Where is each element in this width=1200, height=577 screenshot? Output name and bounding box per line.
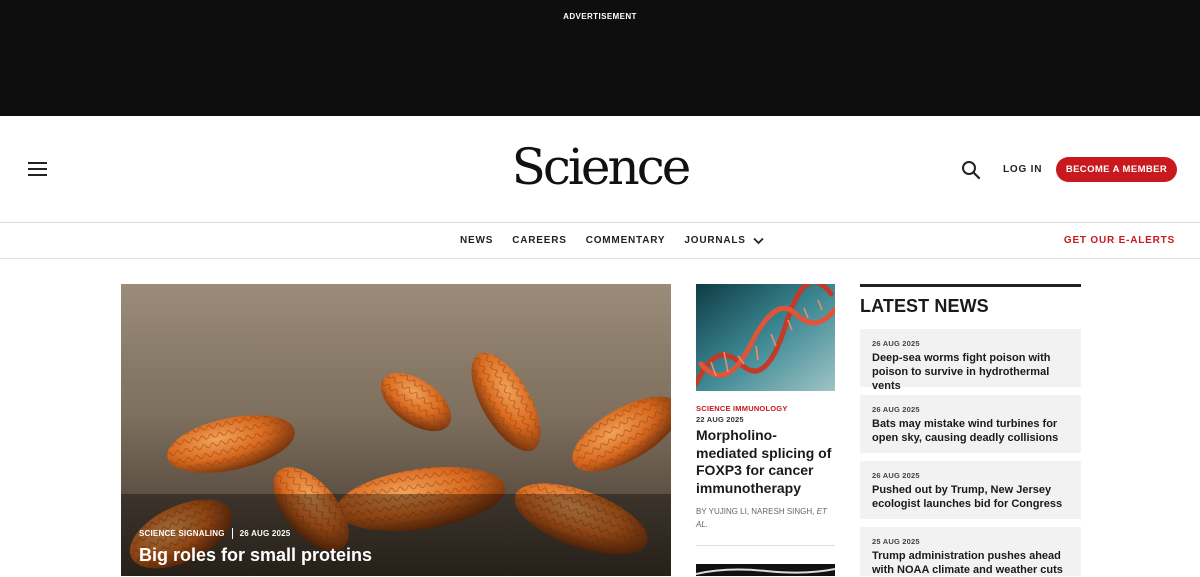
dna-image[interactable] <box>696 284 835 391</box>
advertisement-label: ADVERTISEMENT <box>563 12 637 21</box>
e-alerts-link[interactable]: GET OUR E-ALERTS <box>1064 235 1175 246</box>
nav-journals[interactable]: JOURNALS <box>684 235 764 246</box>
news-item[interactable]: 25 AUG 2025 Trump administration pushes … <box>860 527 1081 576</box>
search-icon[interactable] <box>961 160 981 180</box>
feature-date: 22 AUG 2025 <box>696 415 744 424</box>
latest-news-rule <box>860 284 1081 287</box>
hero-date: 26 AUG 2025 <box>239 529 291 538</box>
nav-journals-label: JOURNALS <box>684 235 746 246</box>
feature-title[interactable]: Morpholino-mediated splicing of FOXP3 fo… <box>696 427 835 497</box>
main-nav: NEWS CAREERS COMMENTARY JOURNALS GET OUR… <box>0 223 1200 259</box>
news-item[interactable]: 26 AUG 2025 Deep-sea worms fight poison … <box>860 329 1081 392</box>
news-title[interactable]: Deep-sea worms fight poison with poison … <box>872 351 1069 393</box>
divider <box>696 545 835 546</box>
hero-title[interactable]: Big roles for small proteins <box>139 545 372 566</box>
news-item[interactable]: 26 AUG 2025 Bats may mistake wind turbin… <box>860 395 1081 453</box>
meta-divider <box>231 528 233 539</box>
news-date: 26 AUG 2025 <box>872 339 920 348</box>
news-title[interactable]: Bats may mistake wind turbines for open … <box>872 417 1069 445</box>
site-header: Science LOG IN BECOME A MEMBER <box>0 116 1200 223</box>
news-date: 26 AUG 2025 <box>872 471 920 480</box>
nav-commentary-label: COMMENTARY <box>585 235 666 246</box>
news-date: 26 AUG 2025 <box>872 405 920 414</box>
nav-news-label: NEWS <box>460 235 494 246</box>
news-title[interactable]: Trump administration pushes ahead with N… <box>872 549 1069 577</box>
nav-careers-label: CAREERS <box>512 235 567 246</box>
next-article-image[interactable] <box>696 564 835 576</box>
nav-news[interactable]: NEWS <box>460 235 493 246</box>
login-link[interactable]: LOG IN <box>1003 164 1042 175</box>
feature-authors-names: BY YUJING LI, NARESH SINGH, <box>696 507 815 516</box>
feature-authors: BY YUJING LI, NARESH SINGH, ET AL. <box>696 505 835 531</box>
hero-article[interactable]: SCIENCE SIGNALING 26 AUG 2025 Big roles … <box>121 284 671 576</box>
news-title[interactable]: Pushed out by Trump, New Jersey ecologis… <box>872 483 1069 511</box>
news-date: 25 AUG 2025 <box>872 537 920 546</box>
feature-journal[interactable]: SCIENCE IMMUNOLOGY <box>696 404 835 413</box>
chevron-down-icon <box>753 237 764 244</box>
nav-commentary[interactable]: COMMENTARY <box>586 235 666 246</box>
latest-news: LATEST NEWS 26 AUG 2025 Deep-sea worms f… <box>860 284 1081 576</box>
advertisement-banner[interactable]: ADVERTISEMENT <box>0 0 1200 116</box>
hero-section[interactable]: SCIENCE SIGNALING <box>139 529 225 538</box>
news-item[interactable]: 26 AUG 2025 Pushed out by Trump, New Jer… <box>860 461 1081 519</box>
become-member-button[interactable]: BECOME A MEMBER <box>1056 157 1177 182</box>
latest-news-heading: LATEST NEWS <box>860 296 989 316</box>
nav-careers[interactable]: CAREERS <box>512 235 567 246</box>
feature-article: SCIENCE IMMUNOLOGY 22 AUG 2025 Morpholin… <box>696 284 835 531</box>
hero-meta: SCIENCE SIGNALING 26 AUG 2025 <box>139 528 290 539</box>
